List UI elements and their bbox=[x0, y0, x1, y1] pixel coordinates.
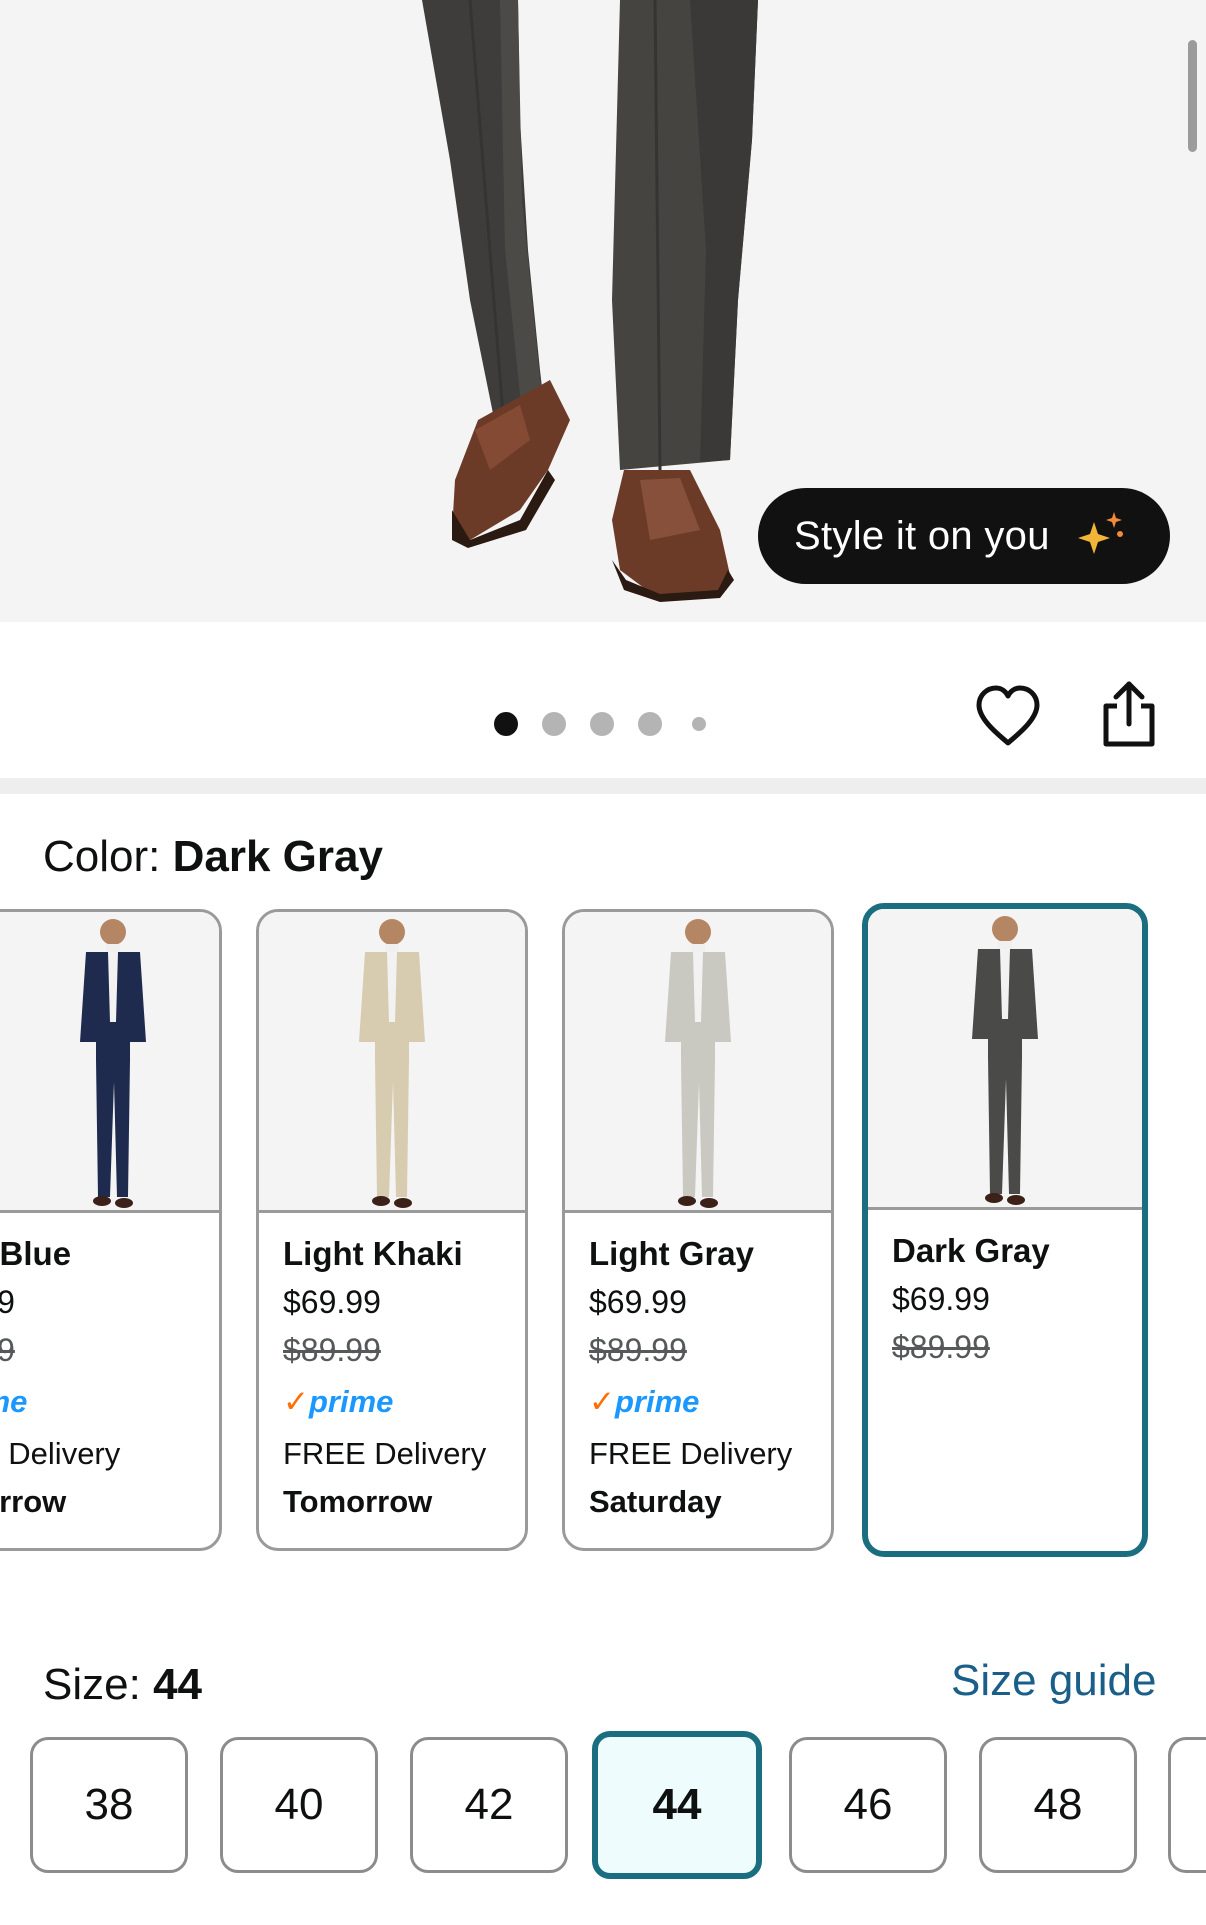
image-pager-row bbox=[0, 622, 1206, 778]
swatch-delivery-day: Tomorrow bbox=[283, 1484, 433, 1519]
color-swatch-light-khaki[interactable]: Light Khaki $69.99 $89.99 ✓prime FREE De… bbox=[256, 909, 528, 1551]
suit-thumbnail-image bbox=[972, 916, 1038, 1205]
color-selected-value: Dark Gray bbox=[172, 832, 383, 881]
swatch-delivery: FREE Delivery bbox=[589, 1436, 793, 1471]
heart-icon bbox=[976, 685, 1040, 746]
share-button[interactable] bbox=[1092, 674, 1166, 754]
size-option-more-clipped[interactable] bbox=[1168, 1737, 1206, 1873]
size-option-42[interactable]: 42 bbox=[410, 1737, 568, 1873]
scrollbar-thumb[interactable] bbox=[1188, 40, 1197, 152]
color-swatch-dark-blue[interactable]: Dark Blue $69.99 $89.99 ✓prime FREE Deli… bbox=[0, 909, 222, 1551]
size-option-48[interactable]: 48 bbox=[979, 1737, 1137, 1873]
swatch-name: Dark Blue bbox=[0, 1235, 72, 1272]
size-option-40[interactable]: 40 bbox=[220, 1737, 378, 1873]
style-it-on-you-label: Style it on you bbox=[794, 513, 1050, 558]
pager-dot-4[interactable] bbox=[638, 712, 662, 736]
color-swatch-dark-gray[interactable]: Dark Gray $69.99 $89.99 bbox=[862, 903, 1148, 1557]
suit-thumbnail-image bbox=[665, 919, 731, 1208]
size-option-38[interactable]: 38 bbox=[30, 1737, 188, 1873]
swatch-price: $69.99 bbox=[283, 1284, 381, 1320]
prime-badge-text: prime bbox=[0, 1384, 28, 1419]
swatch-delivery: FREE Delivery bbox=[0, 1436, 121, 1471]
swatch-name: Light Gray bbox=[589, 1235, 755, 1272]
swatch-delivery-day: Saturday bbox=[589, 1484, 722, 1519]
wishlist-button[interactable] bbox=[970, 678, 1046, 754]
prime-badge-text: prime bbox=[308, 1384, 394, 1419]
swatch-name: Dark Gray bbox=[892, 1232, 1050, 1269]
swatch-list-price: $89.99 bbox=[892, 1329, 990, 1365]
swatch-delivery: FREE Delivery bbox=[283, 1436, 487, 1471]
size-label: Size: 44 bbox=[43, 1660, 202, 1710]
size-option-44[interactable]: 44 bbox=[592, 1731, 762, 1879]
prime-check-icon: ✓ bbox=[589, 1384, 615, 1419]
prime-check-icon: ✓ bbox=[283, 1384, 309, 1419]
prime-badge-text: prime bbox=[614, 1384, 700, 1419]
style-it-on-you-button[interactable]: Style it on you bbox=[758, 488, 1170, 584]
prime-badge: ✓prime bbox=[283, 1374, 525, 1430]
pager-dot-2[interactable] bbox=[542, 712, 566, 736]
size-selected-value: 44 bbox=[153, 1660, 203, 1709]
color-label: Color: Dark Gray bbox=[43, 832, 383, 882]
swatch-list-price: $89.99 bbox=[0, 1326, 219, 1374]
size-option-46[interactable]: 46 bbox=[789, 1737, 947, 1873]
pager-dot-3[interactable] bbox=[590, 712, 614, 736]
size-guide-link[interactable]: Size guide bbox=[951, 1656, 1156, 1706]
swatch-thumbnail bbox=[259, 912, 525, 1213]
swatch-delivery-day: Tomorrow bbox=[0, 1484, 67, 1519]
section-divider bbox=[0, 778, 1206, 794]
swatch-list-price: $89.99 bbox=[283, 1332, 381, 1368]
color-swatch-light-gray[interactable]: Light Gray $69.99 $89.99 ✓prime FREE Del… bbox=[562, 909, 834, 1551]
swatch-list-price: $89.99 bbox=[589, 1332, 687, 1368]
suit-thumbnail-image bbox=[79, 919, 146, 1208]
swatch-thumbnail bbox=[0, 912, 219, 1213]
share-icon bbox=[1103, 681, 1155, 747]
size-label-prefix: Size: bbox=[43, 1660, 141, 1709]
pager-dot-1[interactable] bbox=[494, 712, 518, 736]
color-label-prefix: Color: bbox=[43, 832, 161, 881]
sparkle-icon bbox=[1078, 512, 1123, 554]
prime-badge: ✓prime bbox=[0, 1374, 219, 1430]
swatch-price: $69.99 bbox=[0, 1278, 219, 1326]
swatch-price: $69.99 bbox=[892, 1281, 990, 1317]
suit-thumbnail-image bbox=[359, 919, 425, 1208]
swatch-thumbnail bbox=[868, 909, 1142, 1210]
swatch-name: Light Khaki bbox=[283, 1235, 463, 1272]
swatch-price: $69.99 bbox=[589, 1284, 687, 1320]
swatch-thumbnail bbox=[565, 912, 831, 1213]
prime-badge: ✓prime bbox=[589, 1374, 831, 1430]
product-image[interactable]: Style it on you bbox=[0, 0, 1206, 622]
pager-dot-5[interactable] bbox=[692, 717, 706, 731]
